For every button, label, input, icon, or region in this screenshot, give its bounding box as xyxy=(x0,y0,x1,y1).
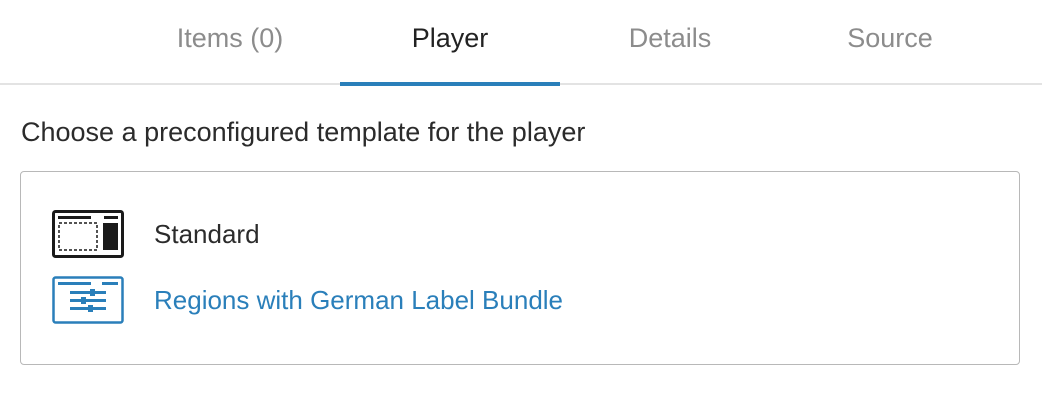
tab-player-label: Player xyxy=(411,23,489,53)
template-option-regions[interactable]: Regions with German Label Bundle xyxy=(52,275,563,325)
tab-source[interactable]: Source xyxy=(780,0,1000,85)
template-option-standard[interactable]: Standard xyxy=(52,209,260,259)
tab-bar: Items (0) Player Details Source xyxy=(0,0,1042,86)
tab-source-label: Source xyxy=(847,23,933,53)
template-list: Standard Regions with German Label Bundl… xyxy=(20,171,1020,365)
active-tab-indicator xyxy=(340,82,560,86)
tab-items-label: Items (0) xyxy=(176,23,284,53)
regions-layout-icon xyxy=(52,276,124,324)
template-label-standard: Standard xyxy=(154,218,260,249)
standard-layout-icon xyxy=(52,210,124,258)
tab-items[interactable]: Items (0) xyxy=(120,0,340,85)
tab-details[interactable]: Details xyxy=(560,0,780,85)
template-label-regions: Regions with German Label Bundle xyxy=(154,284,564,315)
tab-details-label: Details xyxy=(628,23,712,53)
tab-player[interactable]: Player xyxy=(340,0,560,86)
page-heading: Choose a preconfigured template for the … xyxy=(21,117,586,147)
